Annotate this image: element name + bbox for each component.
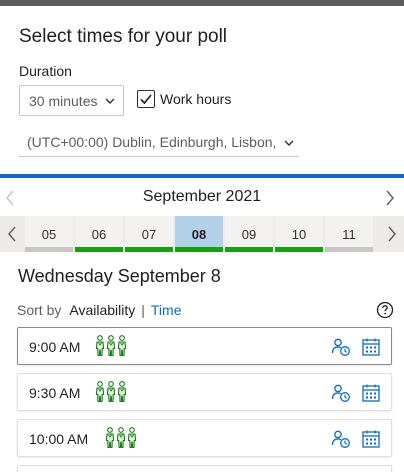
timezone-dropdown[interactable]: (UTC+00:00) Dublin, Edinburgh, Lisbon, L [19, 127, 299, 157]
slot-time: 9:30 AM [29, 385, 81, 401]
previous-days-button[interactable] [0, 216, 24, 252]
duration-label: Duration [19, 63, 72, 79]
chevron-down-icon [105, 98, 115, 104]
month-navigator: September 2021 [0, 183, 404, 213]
person-clock-icon[interactable] [331, 429, 351, 449]
section-divider [0, 174, 404, 178]
availability-bar [25, 247, 73, 252]
day-cell-06[interactable]: 06 [75, 216, 123, 252]
person-available-icon [106, 381, 116, 403]
month-label: September 2021 [142, 188, 262, 205]
person-available-icon [117, 381, 127, 403]
person-clock-icon[interactable] [331, 383, 351, 403]
attendee-availability [95, 381, 127, 403]
calendar-icon[interactable] [361, 337, 381, 357]
person-available-icon [127, 427, 137, 449]
sort-option-availability[interactable]: Availability [69, 302, 135, 318]
slot-time: 10:00 AM [29, 431, 89, 447]
calendar-icon[interactable] [361, 429, 381, 449]
availability-bar [225, 247, 273, 252]
day-cell-10[interactable]: 10 [275, 216, 323, 252]
sort-by-label: Sort by [17, 302, 62, 318]
sort-option-time[interactable]: Time [151, 302, 182, 318]
timezone-value: (UTC+00:00) Dublin, Edinburgh, Lisbon, L [27, 133, 275, 150]
person-available-icon [95, 335, 105, 357]
person-available-icon [105, 427, 115, 449]
day-cell-05[interactable]: 05 [25, 216, 73, 252]
work-hours-toggle[interactable]: Work hours [137, 90, 231, 108]
time-slot-partial[interactable] [17, 465, 392, 472]
day-label: 06 [91, 226, 107, 242]
sort-controls: Sort by Availability | Time [17, 302, 181, 318]
duration-dropdown[interactable]: 30 minutes [19, 85, 124, 116]
duration-value: 30 minutes [29, 92, 98, 109]
sort-separator: | [141, 302, 145, 318]
chevron-left-icon [8, 226, 16, 242]
poll-settings-panel: Select times for your poll Duration 30 m… [0, 6, 404, 174]
time-slot[interactable]: 9:00 AM [17, 327, 392, 365]
availability-bar [75, 247, 123, 252]
day-label: 07 [141, 226, 157, 242]
chevron-right-icon[interactable] [384, 189, 396, 207]
day-cell-07[interactable]: 07 [125, 216, 173, 252]
attendee-availability [95, 335, 127, 357]
help-circle-icon[interactable] [376, 301, 394, 319]
availability-bar [325, 247, 373, 252]
day-label: 05 [41, 226, 57, 242]
person-available-icon [117, 335, 127, 357]
time-slot[interactable]: 10:00 AM [17, 419, 392, 457]
selected-day-heading: Wednesday September 8 [18, 266, 221, 286]
availability-bar [125, 247, 173, 252]
day-label: 08 [191, 226, 207, 242]
work-hours-checkbox[interactable] [137, 90, 155, 108]
day-label: 09 [241, 226, 257, 242]
availability-bar [175, 247, 223, 252]
day-label: 11 [342, 226, 356, 242]
day-cell-08-selected[interactable]: 08 [175, 216, 223, 252]
work-hours-label: Work hours [160, 91, 232, 107]
person-available-icon [95, 381, 105, 403]
poll-title: Select times for your poll [19, 26, 228, 47]
day-cell-09[interactable]: 09 [225, 216, 273, 252]
chevron-down-icon [284, 140, 294, 146]
person-clock-icon[interactable] [331, 337, 351, 357]
day-strip: 05 06 07 08 09 10 11 [0, 216, 404, 252]
time-slot[interactable]: 9:30 AM [17, 373, 392, 411]
slot-time: 9:00 AM [29, 339, 81, 355]
day-label: 10 [291, 226, 307, 242]
chevron-right-icon [388, 226, 396, 242]
day-cell-11[interactable]: 11 [325, 216, 373, 252]
person-available-icon [106, 335, 116, 357]
checkmark-icon [140, 94, 152, 105]
calendar-icon[interactable] [361, 383, 381, 403]
next-days-button[interactable] [380, 216, 404, 252]
person-available-icon [116, 427, 126, 449]
attendee-availability [105, 427, 137, 449]
availability-bar [275, 247, 323, 252]
